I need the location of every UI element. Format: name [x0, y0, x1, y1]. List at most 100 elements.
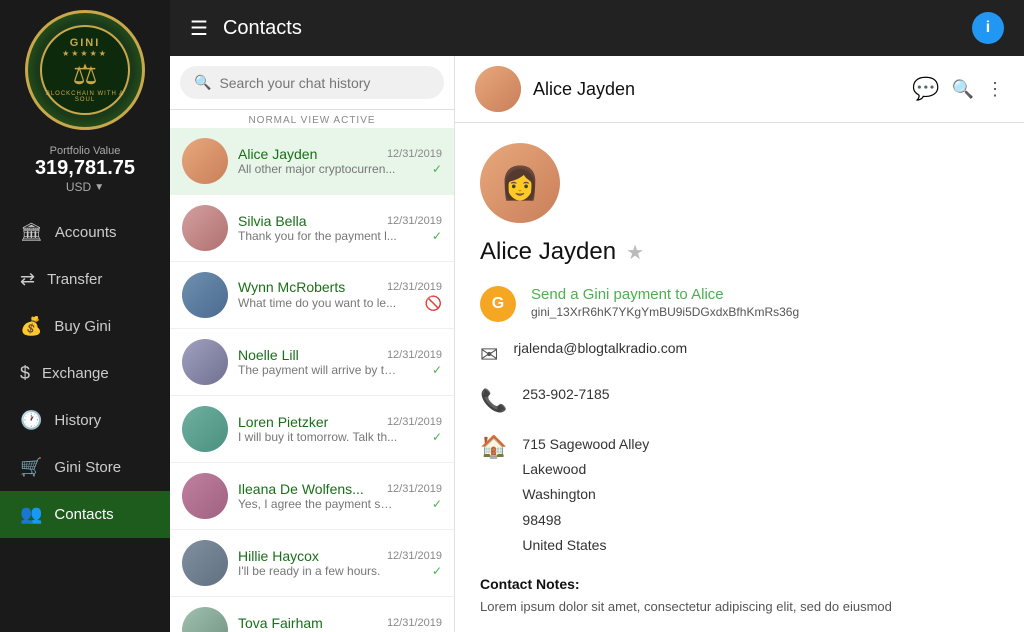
gini-payment-row: G Send a Gini payment to Alice gini_13Xr…	[480, 286, 999, 322]
list-item[interactable]: Hillie Haycox 12/31/2019 I'll be ready i…	[170, 530, 454, 597]
sidebar: GINI ★★★★★ ⚖ BLOCKCHAIN WITH A SOUL Port…	[0, 0, 170, 632]
contact-preview: Yes, I agree the payment sho...	[238, 497, 398, 511]
contact-name: Tova Fairham	[238, 615, 323, 631]
chat-panel: 🔍 NORMAL VIEW ACTIVE Alice Jayden 12/31/…	[170, 56, 455, 632]
notes-text: Lorem ipsum dolor sit amet, consectetur …	[480, 597, 999, 617]
content-area: 🔍 NORMAL VIEW ACTIVE Alice Jayden 12/31/…	[170, 56, 1024, 632]
list-item[interactable]: Tova Fairham 12/31/2019 I will pick you …	[170, 597, 454, 632]
contact-date: 12/31/2019	[387, 483, 442, 495]
gini-payment-link[interactable]: Send a Gini payment to Alice	[531, 286, 999, 303]
email-icon: ✉	[480, 342, 498, 368]
portfolio-currency[interactable]: USD ▼	[66, 180, 104, 194]
detail-header: Alice Jayden 💬 🔍 ⋮	[455, 56, 1024, 123]
star-icon[interactable]: ★	[626, 240, 644, 265]
main-content: ☰ Contacts i 🔍 NORMAL VIEW ACTIVE Alice …	[170, 0, 1024, 632]
detail-search-icon[interactable]: 🔍	[952, 79, 974, 100]
phone-icon: 📞	[480, 388, 507, 414]
contacts-icon: 👥	[20, 504, 42, 525]
sidebar-item-gini-store[interactable]: 🛒 Gini Store	[0, 444, 170, 491]
list-item[interactable]: Loren Pietzker 12/31/2019 I will buy it …	[170, 396, 454, 463]
info-button[interactable]: i	[972, 12, 1004, 44]
detail-header-avatar	[475, 66, 521, 112]
msg-check: ✓	[432, 229, 442, 243]
contact-info: Silvia Bella 12/31/2019 Thank you for th…	[238, 213, 442, 243]
normal-view-label: NORMAL VIEW ACTIVE	[170, 110, 454, 128]
msg-check: ✓	[432, 162, 442, 176]
scales-icon: ⚖	[72, 58, 97, 91]
gini-address: gini_13XrR6hK7YKgYmBU9i5DGxdxBfhKmRs36g	[531, 305, 799, 319]
contact-name: Ileana De Wolfens...	[238, 481, 364, 497]
search-area: 🔍	[170, 56, 454, 110]
address-line4: 98498	[522, 508, 999, 533]
sidebar-item-accounts[interactable]: 🏛 Accounts	[0, 209, 170, 256]
msg-check: ✓	[432, 430, 442, 444]
sidebar-item-label: Gini Store	[54, 459, 121, 476]
contact-date: 12/31/2019	[387, 148, 442, 160]
sidebar-item-buy-gini[interactable]: 💰 Buy Gini	[0, 303, 170, 350]
contact-preview: Thank you for the payment l...	[238, 229, 397, 243]
contact-info: Wynn McRoberts 12/31/2019 What time do y…	[238, 279, 442, 312]
sidebar-item-history[interactable]: 🕐History	[0, 397, 170, 444]
contact-date: 12/31/2019	[387, 416, 442, 428]
accounts-icon: 🏛	[20, 222, 43, 243]
gini-store-icon: 🛒	[20, 457, 42, 478]
contact-name: Silvia Bella	[238, 213, 306, 229]
chat-icon[interactable]: 💬	[912, 76, 939, 102]
currency-dropdown-arrow[interactable]: ▼	[94, 182, 104, 193]
email-row: ✉ rjalenda@blogtalkradio.com	[480, 340, 999, 368]
logo-stars: ★★★★★	[62, 49, 108, 58]
contact-large-avatar: 👩	[480, 143, 560, 223]
contact-date: 12/31/2019	[387, 550, 442, 562]
contact-info: Ileana De Wolfens... 12/31/2019 Yes, I a…	[238, 481, 442, 511]
gini-logo-icon: G	[480, 286, 516, 322]
list-item[interactable]: Alice Jayden 12/31/2019 All other major …	[170, 128, 454, 195]
avatar	[182, 272, 228, 318]
list-item[interactable]: Ileana De Wolfens... 12/31/2019 Yes, I a…	[170, 463, 454, 530]
detail-body: 👩 Alice Jayden ★ G Send a Gini payment t…	[455, 123, 1024, 632]
avatar	[182, 339, 228, 385]
detail-more-icon[interactable]: ⋮	[986, 79, 1004, 100]
avatar	[182, 205, 228, 251]
logo-gini-text: GINI	[70, 37, 101, 49]
contact-info: Tova Fairham 12/31/2019 I will pick you …	[238, 615, 442, 632]
avatar	[182, 473, 228, 519]
sidebar-item-label: History	[54, 412, 101, 429]
sidebar-item-label: Contacts	[54, 506, 113, 523]
contact-name: Alice Jayden	[238, 146, 317, 162]
email-text: rjalenda@blogtalkradio.com	[513, 340, 687, 356]
list-item[interactable]: Wynn McRoberts 12/31/2019 What time do y…	[170, 262, 454, 329]
detail-contact-name: Alice Jayden	[480, 238, 616, 266]
address-line3: Washington	[522, 482, 999, 507]
contact-notes: Contact Notes: Lorem ipsum dolor sit ame…	[480, 576, 999, 617]
contact-date: 12/31/2019	[387, 281, 442, 293]
sidebar-item-transfer[interactable]: ⇄Transfer	[0, 256, 170, 303]
buy-gini-icon: 💰	[20, 316, 42, 337]
contact-name: Loren Pietzker	[238, 414, 328, 430]
transfer-icon: ⇄	[20, 269, 35, 290]
contact-preview: What time do you want to le...	[238, 296, 396, 310]
contact-info: Loren Pietzker 12/31/2019 I will buy it …	[238, 414, 442, 444]
exchange-icon: $	[20, 363, 30, 384]
avatar	[182, 406, 228, 452]
sidebar-item-contacts[interactable]: 👥 Contacts	[0, 491, 170, 538]
phone-row: 📞 253-902-7185	[480, 386, 999, 414]
sidebar-item-label: Accounts	[55, 224, 117, 241]
search-input[interactable]	[219, 75, 430, 91]
list-item[interactable]: Silvia Bella 12/31/2019 Thank you for th…	[170, 195, 454, 262]
list-item[interactable]: Noelle Lill 12/31/2019 The payment will …	[170, 329, 454, 396]
avatar	[182, 540, 228, 586]
sidebar-item-label: Buy Gini	[54, 318, 111, 335]
avatar	[182, 607, 228, 632]
contact-preview: All other major cryptocurren...	[238, 162, 395, 176]
msg-check: ✓	[432, 497, 442, 511]
contact-preview: The payment will arrive by to...	[238, 363, 398, 377]
msg-check: ✓	[432, 363, 442, 377]
contact-info: Alice Jayden 12/31/2019 All other major …	[238, 146, 442, 176]
contact-date: 12/31/2019	[387, 215, 442, 227]
contact-name: Hillie Haycox	[238, 548, 319, 564]
contact-preview: I will buy it tomorrow. Talk th...	[238, 430, 397, 444]
detail-panel: Alice Jayden 💬 🔍 ⋮ 👩 Alice Jayden ★ G Se	[455, 56, 1024, 632]
menu-icon[interactable]: ☰	[190, 16, 208, 41]
sidebar-item-exchange[interactable]: $Exchange	[0, 350, 170, 397]
contact-date: 12/31/2019	[387, 349, 442, 361]
